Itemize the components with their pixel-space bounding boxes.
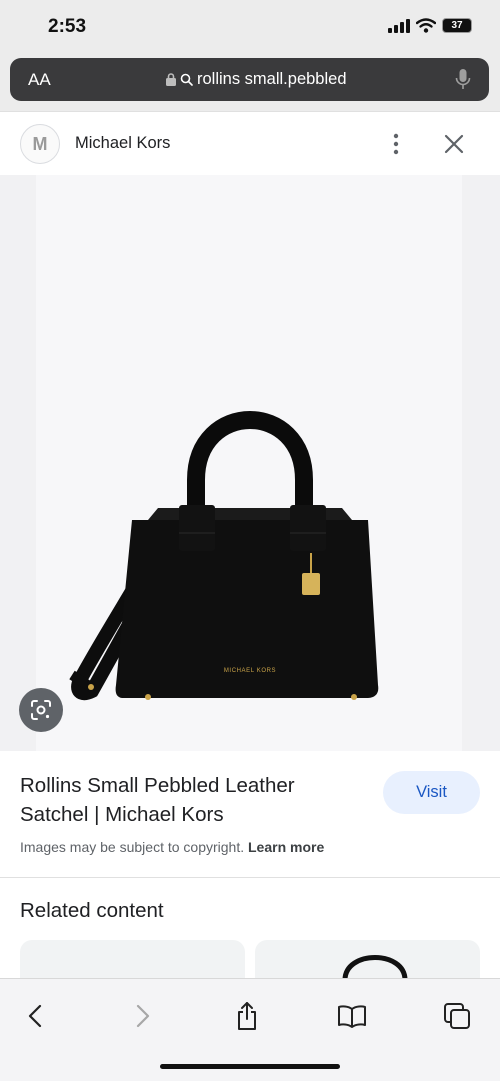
lock-icon (166, 73, 176, 86)
learn-more-link[interactable]: Learn more (248, 839, 324, 855)
status-bar: 2:53 37 (0, 0, 500, 56)
status-time: 2:53 (48, 16, 87, 37)
battery-icon: 37 (442, 18, 472, 33)
home-indicator (160, 1064, 340, 1069)
forward-button[interactable] (126, 999, 160, 1033)
back-button[interactable] (18, 999, 52, 1033)
copyright-notice: Images may be subject to copyright. Lear… (20, 839, 324, 855)
copyright-text: Images may be subject to copyright. (20, 839, 245, 855)
brand-stamp: MICHAEL KORS (224, 668, 276, 674)
search-icon (180, 73, 193, 86)
product-image-area[interactable]: MICHAEL KORS (0, 175, 500, 751)
lens-icon (31, 700, 51, 720)
related-content-heading: Related content (20, 899, 164, 922)
product-image[interactable]: MICHAEL KORS (0, 175, 500, 751)
status-icons: 37 (388, 18, 472, 33)
url-bar-container: AA rollins small.pebbled (0, 56, 500, 111)
tabs-icon (444, 1003, 470, 1029)
forward-icon (136, 1004, 150, 1028)
visit-button[interactable]: Visit (383, 771, 480, 814)
share-button[interactable] (230, 999, 264, 1033)
wifi-icon (416, 18, 436, 33)
url-text: rollins small.pebbled (197, 70, 347, 88)
share-icon (238, 1002, 256, 1030)
close-icon[interactable] (442, 132, 466, 156)
tabs-button[interactable] (440, 999, 474, 1033)
source-header: M Michael Kors (0, 111, 500, 176)
source-name[interactable]: Michael Kors (75, 134, 170, 153)
signal-icon (388, 18, 410, 33)
product-title[interactable]: Rollins Small Pebbled Leather Satchel | … (20, 771, 350, 829)
bookmarks-icon (338, 1005, 366, 1028)
address-bar[interactable]: AA rollins small.pebbled (10, 58, 489, 101)
bookmarks-button[interactable] (335, 999, 369, 1033)
lens-button[interactable] (19, 688, 63, 732)
url-display[interactable]: rollins small.pebbled (166, 70, 347, 89)
more-vertical-icon[interactable] (388, 132, 404, 156)
microphone-icon[interactable] (455, 68, 471, 92)
site-logo[interactable]: M (20, 124, 60, 164)
divider (0, 877, 500, 878)
text-size-button[interactable]: AA (28, 70, 51, 90)
back-icon (28, 1004, 42, 1028)
